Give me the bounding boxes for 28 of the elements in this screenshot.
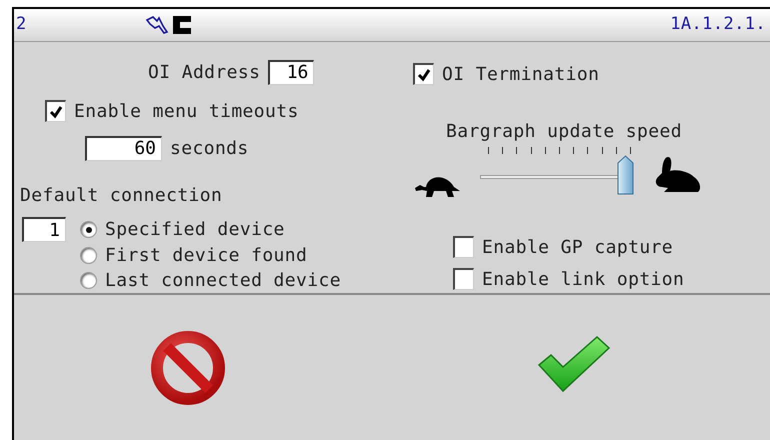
section-label: Default connection	[20, 184, 222, 208]
checkmark-icon	[417, 68, 431, 82]
device-number-field[interactable]: 1	[22, 217, 66, 242]
checkbox-label: Enable link option	[482, 268, 684, 292]
slider-thumb[interactable]	[617, 155, 634, 195]
unit-label: seconds	[170, 136, 249, 160]
checkbox-label: Enable GP capture	[482, 236, 674, 260]
checkbox[interactable]	[45, 100, 66, 122]
radio-label: Specified device	[105, 218, 285, 242]
slider-label: Bargraph update speed	[446, 120, 682, 144]
checkbox-label: OI Termination	[442, 62, 600, 86]
window-number: 2	[16, 13, 27, 36]
hand-logo-icon	[144, 14, 193, 36]
radio-button[interactable]	[80, 246, 97, 264]
radio-label: First device found	[105, 244, 308, 268]
checkbox[interactable]	[453, 268, 474, 290]
checkbox[interactable]	[453, 236, 474, 258]
radio-button[interactable]	[80, 221, 97, 238]
radio-label: Last connected device	[105, 269, 341, 294]
field-label: OI Address	[148, 60, 260, 84]
checkbox-label: Enable menu timeouts	[74, 100, 299, 124]
rabbit-icon	[654, 155, 702, 193]
version-text: 1A.1.2.1.	[670, 13, 766, 36]
checkmark-icon	[49, 104, 63, 118]
timeout-field[interactable]: 60	[85, 136, 162, 160]
address-field[interactable]: 16	[268, 60, 314, 84]
checkbox[interactable]	[413, 63, 434, 85]
radio-button[interactable]	[80, 272, 97, 290]
